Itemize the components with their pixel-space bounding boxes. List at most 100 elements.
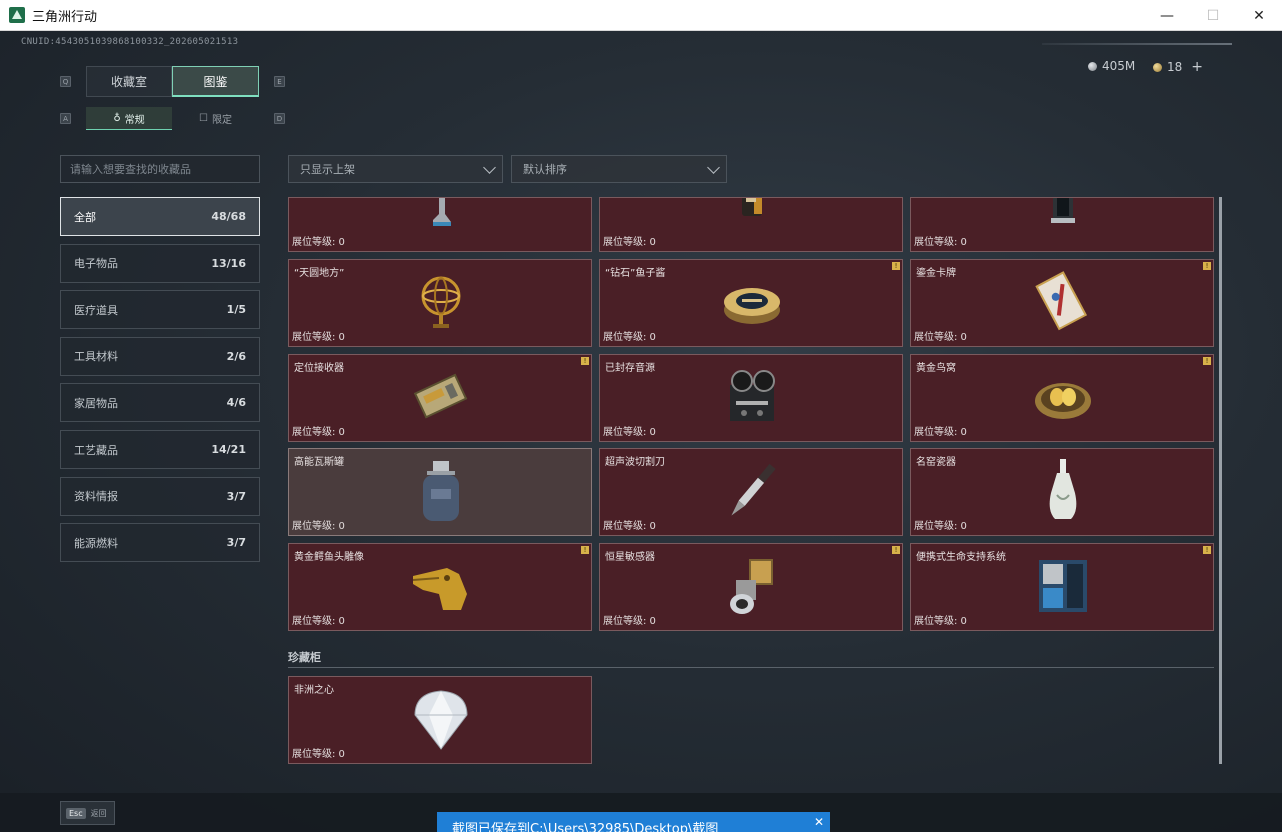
back-button[interactable]: Esc 返回 [60, 801, 115, 825]
maximize-button[interactable]: ☐ [1190, 0, 1236, 31]
back-label: 返回 [90, 808, 107, 818]
notice-badge-icon: ! [581, 546, 589, 554]
sort-value: 默认排序 [523, 163, 567, 176]
collectible-card[interactable]: 黄金鸟窝 展位等级: 0! [910, 354, 1214, 442]
collectible-card[interactable]: “钻石”鱼子酱 展位等级: 0! [599, 259, 903, 347]
card-level: 展位等级: 0 [603, 521, 656, 532]
category-label: 医疗道具 [74, 303, 118, 317]
collectible-card[interactable]: “天圆地方” 展位等级: 0 [288, 259, 592, 347]
currency-gold-value: 18 [1167, 60, 1183, 74]
reel-recorder-icon [720, 361, 784, 433]
category-item[interactable]: 全部 48/68 [60, 197, 260, 236]
porcelain-vase-icon [1031, 455, 1095, 527]
subtab-limited[interactable]: ☐ 限定 [172, 107, 259, 130]
notice-badge-icon: ! [892, 546, 900, 554]
silver-coin-icon [1088, 61, 1097, 71]
category-count: 4/6 [226, 396, 246, 410]
card-level: 展位等级: 0 [914, 427, 967, 438]
category-item[interactable]: 工艺藏品 14/21 [60, 430, 260, 469]
minimize-button[interactable]: — [1144, 0, 1190, 31]
life-support-icon [1031, 550, 1095, 622]
collectible-card[interactable]: 高能瓦斯罐 展位等级: 0 [288, 448, 592, 536]
category-count: 3/7 [226, 489, 246, 503]
collectible-card[interactable]: 定位接收器展位等级: 0! [288, 354, 592, 442]
locator-receiver-icon [409, 361, 473, 433]
bottle-icon [720, 198, 784, 248]
card-level: 展位等级: 0 [603, 427, 656, 438]
category-count: 14/21 [211, 443, 246, 456]
category-item[interactable]: 工具材料 2/6 [60, 336, 260, 376]
collectible-card[interactable]: 便携式生命支持系统 展位等级: 0! [910, 543, 1214, 631]
notice-badge-icon: ! [581, 357, 589, 365]
collectible-card[interactable]: 非洲之心 展位等级: 0 [288, 676, 592, 764]
card-name: “天圆地方” [294, 268, 345, 279]
boot-icon [409, 198, 473, 248]
gas-canister-icon [409, 455, 473, 527]
card-level: 展位等级: 0 [292, 427, 345, 438]
tab-codex[interactable]: 图鉴 [172, 66, 259, 97]
category-item[interactable]: 资料情报 3/7 [60, 476, 260, 516]
esc-key-icon: Esc [66, 807, 86, 819]
game-viewport: CNUID:4543051039868100332_202605021513 4… [0, 31, 1282, 832]
collectible-card[interactable]: 展位等级: 0 [288, 197, 592, 252]
card-name: 名窑瓷器 [916, 457, 956, 468]
currency-gold: 18 + [1153, 59, 1203, 75]
category-item[interactable]: 能源燃料 3/7 [60, 523, 260, 563]
card-name: 黄金鳄鱼头雕像 [294, 552, 364, 563]
card-level: 展位等级: 0 [914, 616, 967, 627]
collectible-card[interactable]: 鎏金卡牌 展位等级: 0! [910, 259, 1214, 347]
close-window-button[interactable]: ✕ [1236, 0, 1282, 31]
category-count: 48/68 [211, 210, 246, 223]
card-level: 展位等级: 0 [914, 237, 967, 248]
card-name: 定位接收器 [294, 363, 344, 374]
diamond-icon [409, 683, 473, 755]
subtab-limited-label: 限定 [211, 115, 232, 126]
card-level: 展位等级: 0 [292, 521, 345, 532]
armillary-sphere-icon [409, 266, 473, 338]
golden-nest-icon [1031, 361, 1095, 433]
category-item[interactable]: 医疗道具 1/5 [60, 290, 260, 330]
gold-coin-icon [1153, 62, 1162, 72]
card-name: 鎏金卡牌 [916, 268, 956, 279]
card-name: 非洲之心 [294, 685, 334, 696]
section-divider [288, 667, 1214, 668]
subtab-regular-label: 常规 [124, 114, 145, 126]
category-label: 工具材料 [74, 350, 118, 364]
scrollbar[interactable] [1219, 197, 1222, 764]
decorative-line [1042, 43, 1232, 45]
caviar-tin-icon [720, 266, 784, 338]
star-sensor-icon [720, 550, 784, 622]
window-titlebar: 三角洲行动 — ☐ ✕ [0, 0, 1282, 31]
category-count: 13/16 [211, 256, 246, 270]
notice-badge-icon: ! [892, 262, 900, 270]
category-item[interactable]: 电子物品 13/16 [60, 243, 260, 283]
collectible-card[interactable]: 恒星敏感器 展位等级: 0! [599, 543, 903, 631]
chevron-down-icon [483, 161, 496, 174]
collectible-card[interactable]: 黄金鳄鱼头雕像 展位等级: 0! [288, 543, 592, 631]
card-name: 便携式生命支持系统 [916, 552, 1006, 563]
collectible-card[interactable]: 名窑瓷器 展位等级: 0 [910, 448, 1214, 536]
category-label: 能源燃料 [74, 536, 118, 550]
regular-icon: ♁ [113, 112, 121, 124]
gilded-card-icon [1031, 266, 1095, 338]
subtab-regular[interactable]: ♁ 常规 [86, 107, 172, 130]
collectible-card[interactable]: 已封存音源 展位等级: 0 [599, 354, 903, 442]
shelf-filter-dropdown[interactable]: 只显示上架 [288, 155, 503, 183]
collectible-card[interactable]: 超声波切割刀 展位等级: 0 [599, 448, 903, 536]
collectible-card[interactable]: 展位等级: 0 [910, 197, 1214, 252]
search-input[interactable]: 请输入想要查找的收藏品 [60, 155, 260, 183]
tab-collection-room[interactable]: 收藏室 [86, 66, 172, 97]
shelf-filter-value: 只显示上架 [300, 163, 355, 176]
sort-dropdown[interactable]: 默认排序 [511, 155, 727, 183]
collectible-card[interactable]: 展位等级: 0 [599, 197, 903, 252]
category-count: 1/5 [226, 303, 246, 317]
screenshot-toast: 截图已保存到C:\Users\32985\Desktop\截图 ✕ [437, 812, 830, 832]
card-level: 展位等级: 0 [292, 237, 345, 248]
toast-close-button[interactable]: ✕ [814, 815, 824, 829]
gold-crocodile-icon [409, 550, 473, 622]
category-label: 全部 [74, 210, 96, 224]
category-item[interactable]: 家居物品 4/6 [60, 383, 260, 423]
add-currency-button[interactable]: + [1191, 59, 1203, 75]
card-name: “钻石”鱼子酱 [605, 268, 666, 279]
notice-badge-icon: ! [1203, 357, 1211, 365]
